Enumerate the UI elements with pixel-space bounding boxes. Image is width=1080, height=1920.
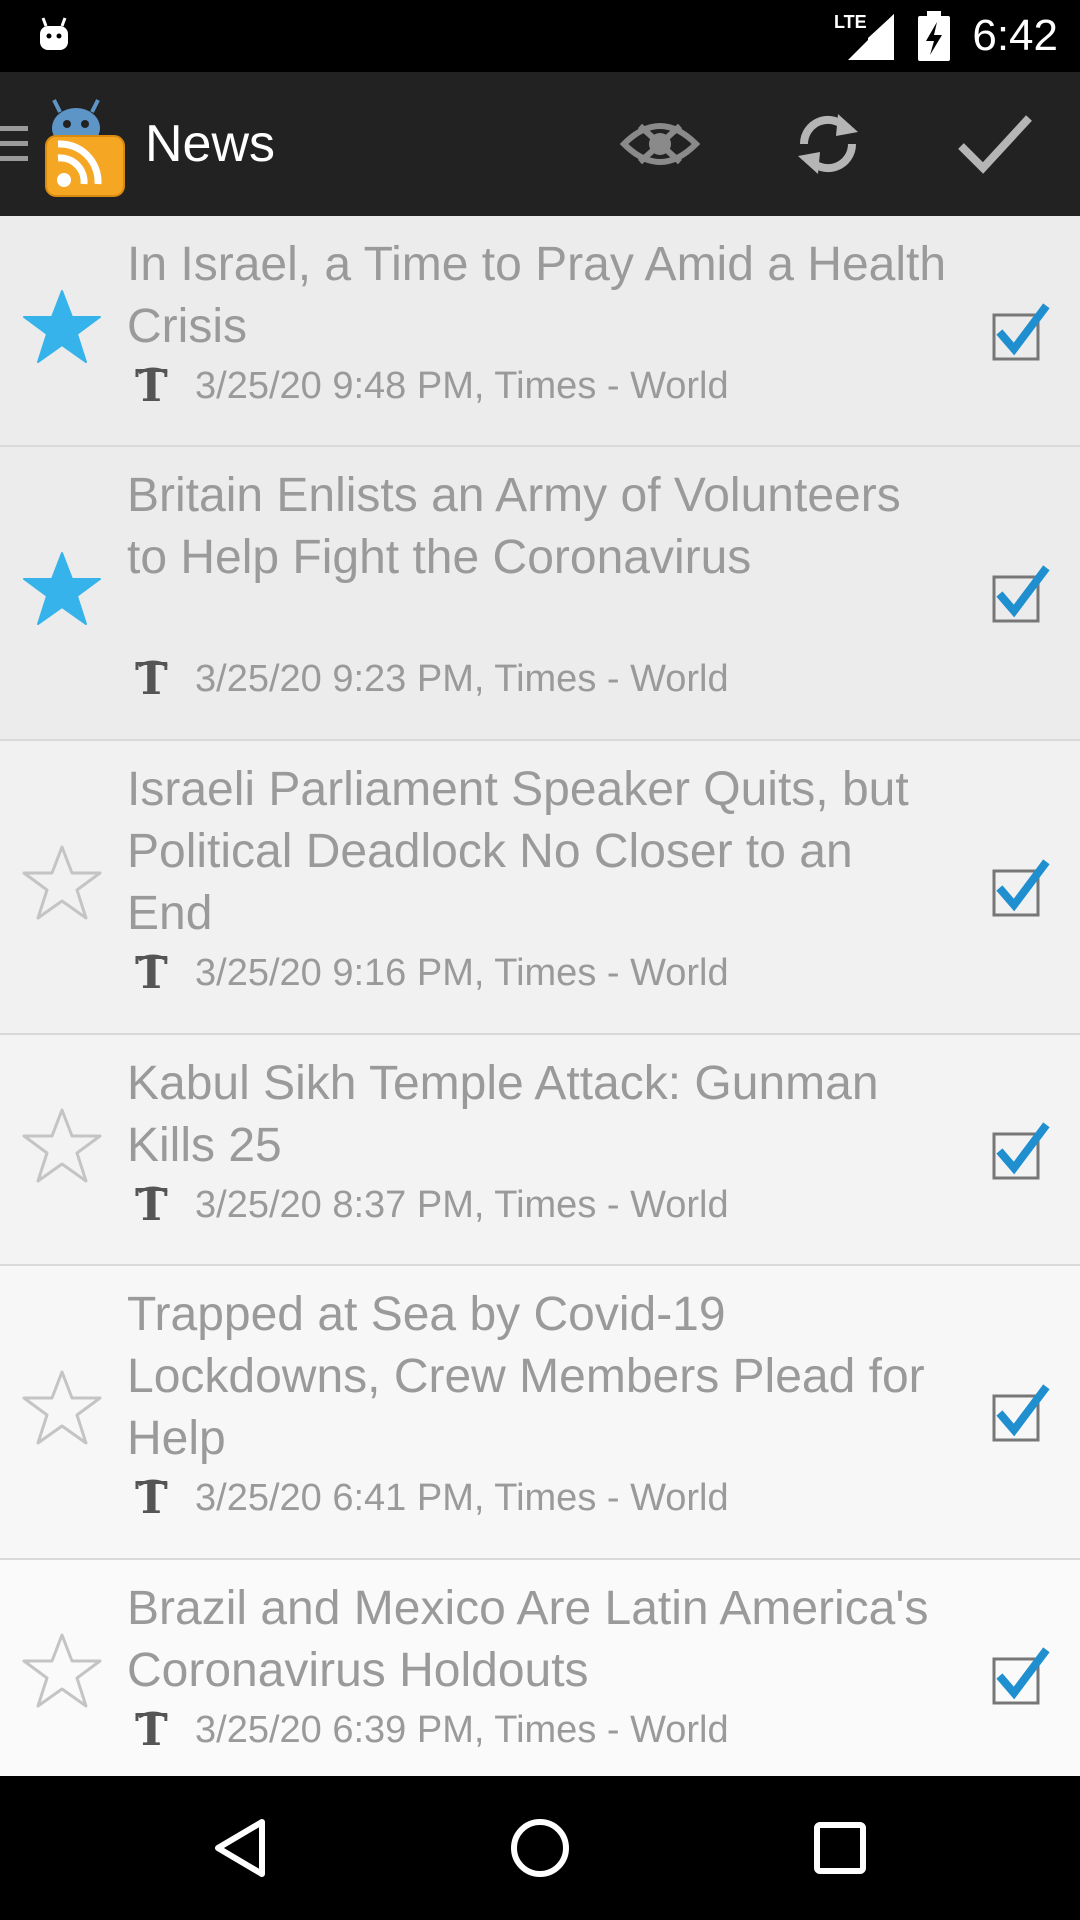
home-button[interactable] [500, 1808, 580, 1888]
mark-all-read-icon [958, 115, 1032, 174]
nyt-source-icon: T [135, 950, 168, 996]
battery-charging-icon [918, 11, 951, 61]
menu-icon[interactable] [0, 122, 30, 166]
star-outline-icon[interactable] [22, 843, 102, 923]
star-outline-icon[interactable] [22, 1631, 102, 1711]
status-bar: LTE 6:42 [0, 0, 1080, 72]
news-list: In Israel, a Time to Pray Amid a Health … [0, 216, 1080, 1776]
status-right: LTE 6:42 [834, 0, 1058, 72]
home-icon [511, 1819, 569, 1877]
back-icon [215, 1819, 265, 1877]
nyt-source-icon: T [135, 363, 168, 409]
read-checkbox-checked[interactable] [990, 302, 1050, 363]
read-checkbox-checked[interactable] [990, 859, 1050, 919]
news-meta: T 3/25/20 9:48 PM, Times - World [133, 360, 729, 412]
news-headline[interactable]: Kabul Sikh Temple Attack: Gunman Kills 2… [127, 1053, 947, 1177]
navigation-bar [0, 1776, 1080, 1920]
news-item[interactable]: Brazil and Mexico Are Latin America's Co… [0, 1560, 1080, 1776]
star-filled-icon[interactable] [22, 549, 102, 629]
star-outline-icon[interactable] [22, 1106, 102, 1186]
news-item[interactable]: Kabul Sikh Temple Attack: Gunman Kills 2… [0, 1035, 1080, 1266]
read-checkbox-checked[interactable] [990, 1121, 1050, 1182]
hide-read-icon [620, 123, 700, 165]
news-date-source: 3/25/20 8:37 PM, Times - World [195, 1183, 729, 1226]
news-item[interactable]: Britain Enlists an Army of Volunteers to… [0, 447, 1080, 741]
star-filled-icon[interactable] [22, 287, 102, 367]
page-title: News [145, 115, 276, 173]
news-date-source: 3/25/20 6:39 PM, Times - World [195, 1708, 729, 1751]
news-item[interactable]: In Israel, a Time to Pray Amid a Health … [0, 216, 1080, 447]
back-button[interactable] [200, 1808, 280, 1888]
news-meta: T 3/25/20 9:23 PM, Times - World [133, 653, 729, 705]
news-meta: T 3/25/20 6:39 PM, Times - World [133, 1704, 729, 1756]
app-logo[interactable] [40, 96, 130, 200]
nyt-source-icon: T [135, 1707, 168, 1753]
news-item[interactable]: Trapped at Sea by Covid-19 Lockdowns, Cr… [0, 1266, 1080, 1560]
news-meta: T 3/25/20 9:16 PM, Times - World [133, 947, 729, 999]
news-meta: T 3/25/20 8:37 PM, Times - World [133, 1179, 729, 1231]
network-label: LTE [834, 12, 867, 32]
recents-button[interactable] [800, 1808, 880, 1888]
read-checkbox-checked[interactable] [990, 1384, 1050, 1444]
hide-read-button[interactable] [610, 94, 710, 194]
news-date-source: 3/25/20 6:41 PM, Times - World [195, 1476, 729, 1519]
nyt-source-icon: T [135, 656, 168, 702]
nyt-source-icon: T [135, 1182, 168, 1228]
news-date-source: 3/25/20 9:16 PM, Times - World [195, 951, 729, 994]
mark-all-read-button[interactable] [945, 94, 1045, 194]
news-date-source: 3/25/20 9:48 PM, Times - World [195, 364, 729, 407]
refresh-icon [798, 114, 858, 174]
news-headline[interactable]: Israeli Parliament Speaker Quits, but Po… [127, 759, 947, 945]
android-notification-icon [40, 17, 68, 50]
nyt-source-icon: T [135, 1475, 168, 1521]
recents-icon [814, 1822, 866, 1874]
star-outline-icon[interactable] [22, 1368, 102, 1448]
news-headline[interactable]: Britain Enlists an Army of Volunteers to… [127, 465, 947, 589]
news-headline[interactable]: Brazil and Mexico Are Latin America's Co… [127, 1578, 947, 1702]
action-bar: News [0, 72, 1080, 216]
news-date-source: 3/25/20 9:23 PM, Times - World [195, 657, 729, 700]
news-headline[interactable]: In Israel, a Time to Pray Amid a Health … [127, 234, 947, 358]
lte-signal-icon: LTE [834, 12, 895, 60]
news-item[interactable]: Israeli Parliament Speaker Quits, but Po… [0, 741, 1080, 1035]
news-meta: T 3/25/20 6:41 PM, Times - World [133, 1472, 729, 1524]
screen: LTE 6:42 News In Israel, a Time to Pray … [0, 0, 1080, 1920]
refresh-button[interactable] [778, 94, 878, 194]
read-checkbox-checked[interactable] [990, 1647, 1050, 1707]
news-headline[interactable]: Trapped at Sea by Covid-19 Lockdowns, Cr… [127, 1284, 947, 1470]
read-checkbox-checked[interactable] [990, 565, 1050, 625]
status-time: 6:42 [972, 11, 1058, 60]
